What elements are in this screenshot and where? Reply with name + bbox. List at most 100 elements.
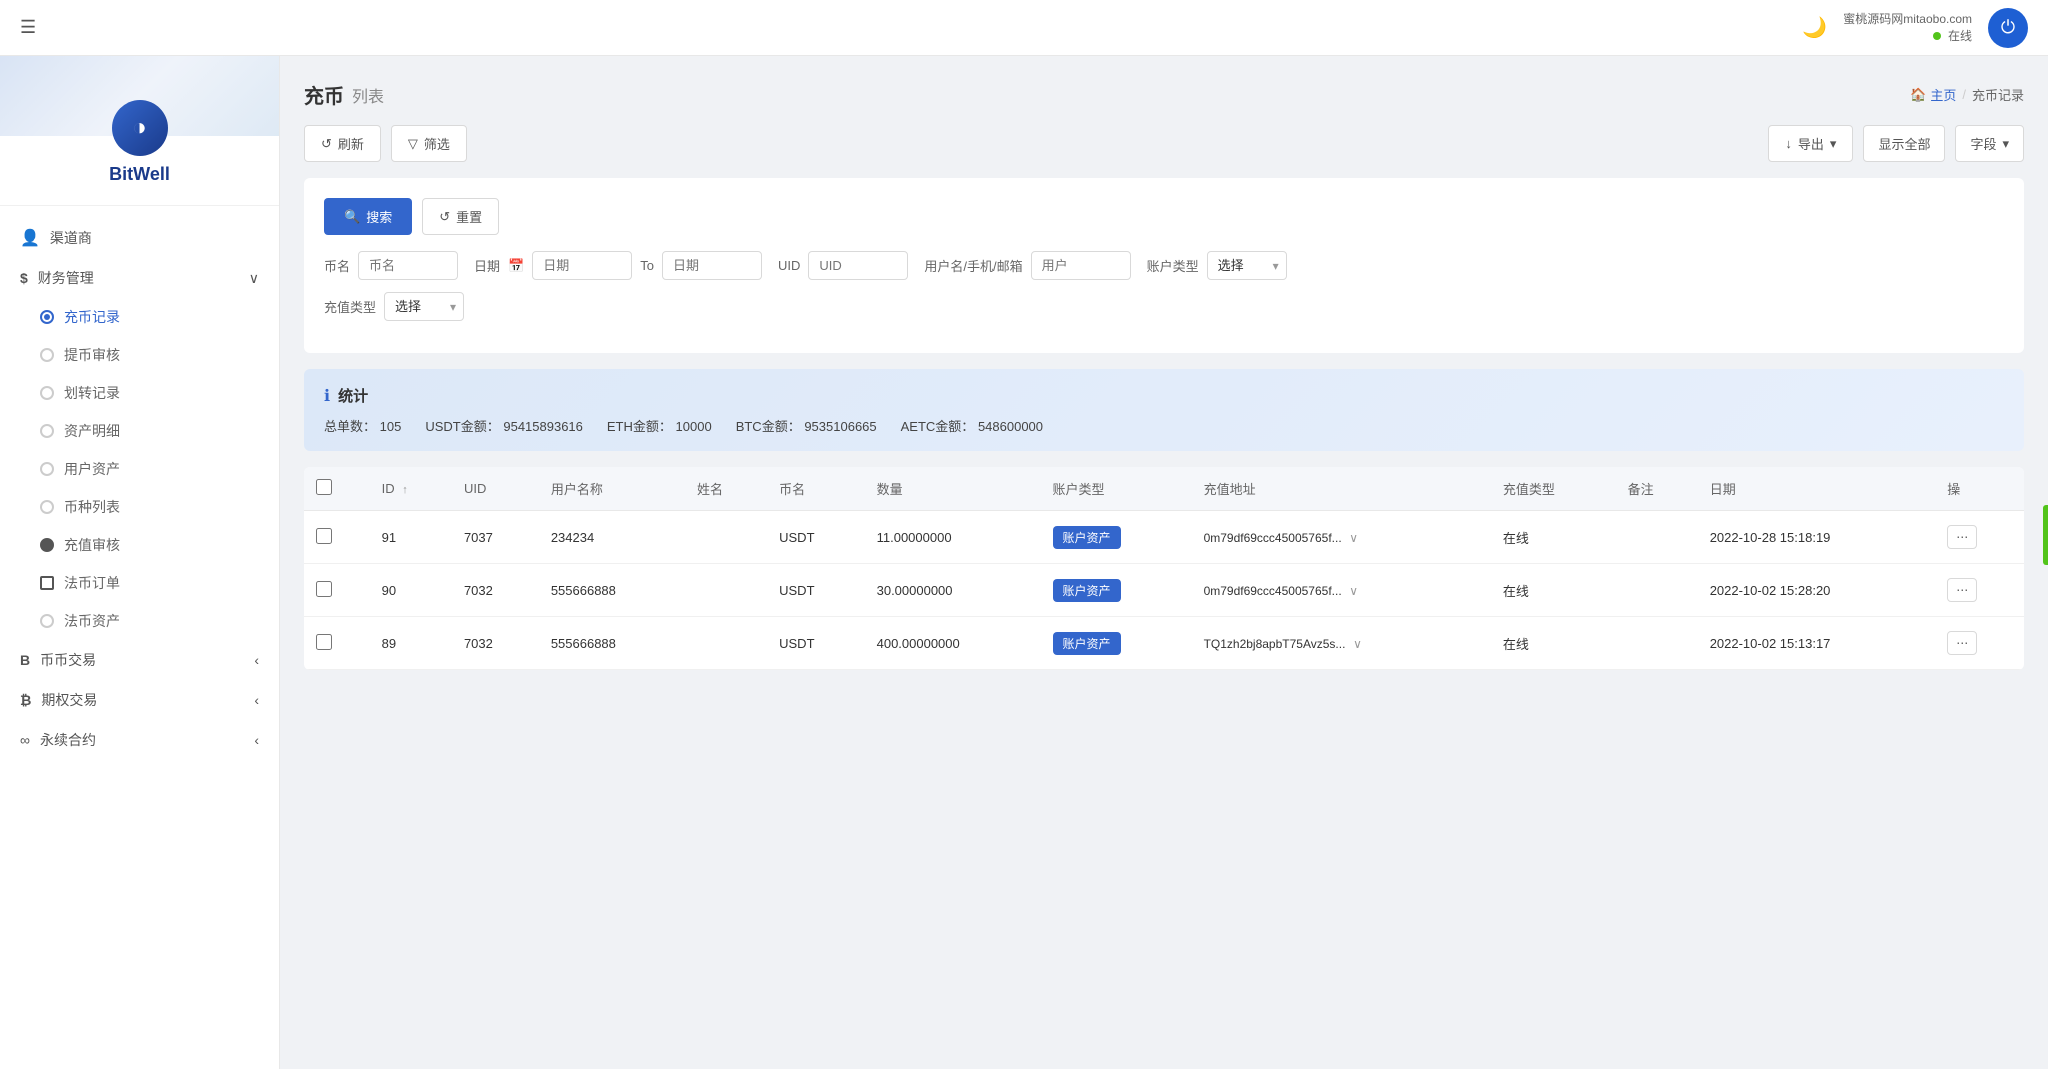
- recharge-type-select[interactable]: 选择: [384, 292, 464, 321]
- cell-username: 555666888: [539, 564, 685, 617]
- action-button[interactable]: ⋯: [1947, 578, 1977, 602]
- date-from-input[interactable]: [532, 251, 632, 280]
- status-text: 在线: [1948, 29, 1972, 43]
- sidebar-item-recharge-records[interactable]: 充币记录: [0, 298, 279, 336]
- currency-input[interactable]: [358, 251, 458, 280]
- cell-amount: 400.00000000: [865, 617, 1041, 670]
- cell-action: ⋯: [1935, 617, 2024, 670]
- row-checkbox[interactable]: [316, 634, 332, 650]
- green-accent-bar: [2043, 505, 2048, 565]
- transfer-label: 划转记录: [64, 383, 120, 403]
- filter-row-2: 充值类型 选择: [324, 292, 2004, 321]
- col-recharge-addr: 充值地址: [1192, 467, 1491, 511]
- stats-label-usdt: USDT金额：: [425, 419, 499, 434]
- cell-id: 89: [370, 617, 452, 670]
- sidebar-item-currency[interactable]: 币种列表: [0, 488, 279, 526]
- sidebar: ◑ BitWell 👤 渠道商 $ 财务管理 ∨ 充币记录: [0, 56, 280, 1069]
- content-area: 充币 列表 🏠 主页 / 充币记录 ↺ 刷新 ▽ 筛: [280, 56, 2048, 1069]
- date-to-input[interactable]: [662, 251, 762, 280]
- export-button[interactable]: ↓ 导出 ▾: [1768, 125, 1853, 162]
- filter-button[interactable]: ▽ 筛选: [391, 125, 467, 162]
- sidebar-item-channel[interactable]: 👤 渠道商: [0, 218, 279, 258]
- sidebar-item-asset-detail[interactable]: 资产明细: [0, 412, 279, 450]
- filter-icon: ▽: [408, 136, 418, 152]
- recharge-type-filter-label: 充值类型: [324, 297, 376, 316]
- breadcrumb-sep: /: [1962, 87, 1966, 102]
- perp-icon: ∞: [20, 732, 30, 748]
- sidebar-item-user-assets[interactable]: 用户资产: [0, 450, 279, 488]
- info-icon: ℹ: [324, 386, 330, 406]
- radio-dot: [40, 614, 54, 628]
- navbar-left: ☰: [20, 17, 36, 38]
- channel-label: 渠道商: [50, 228, 92, 248]
- col-date: 日期: [1698, 467, 1936, 511]
- breadcrumb-home[interactable]: 🏠 主页: [1910, 85, 1956, 104]
- stats-item-eth: ETH金额： 10000: [607, 416, 712, 435]
- expand-addr-button[interactable]: ∨: [1349, 584, 1358, 598]
- breadcrumb-current: 充币记录: [1972, 85, 2024, 104]
- col-addr-label: 充值地址: [1204, 482, 1256, 497]
- col-action: 操: [1935, 467, 2024, 511]
- moon-icon[interactable]: 🌙: [1802, 15, 1827, 40]
- site-info: 蜜桃源码网mitaobo.com 在线: [1843, 11, 1972, 45]
- home-icon: 🏠: [1910, 87, 1926, 103]
- cell-id: 90: [370, 564, 452, 617]
- expand-addr-button[interactable]: ∨: [1353, 637, 1362, 651]
- col-amount: 数量: [865, 467, 1041, 511]
- fields-button[interactable]: 字段 ▾: [1955, 125, 2024, 162]
- table-row: 90 7032 555666888 USDT 30.00000000 账户资产 …: [304, 564, 2024, 617]
- account-type-select[interactable]: 选择: [1207, 251, 1287, 280]
- sidebar-item-finance[interactable]: $ 财务管理 ∨: [0, 258, 279, 298]
- sidebar-item-transfer[interactable]: 划转记录: [0, 374, 279, 412]
- cell-addr: 0m79df69ccc45005765f... ∨: [1192, 564, 1491, 617]
- filter-row-1: 币名 日期 📅 To UID 用户名/手机/邮箱: [324, 251, 2004, 280]
- fiat-assets-label: 法币资产: [64, 611, 120, 631]
- sidebar-item-withdrawal[interactable]: 提币审核: [0, 336, 279, 374]
- records-table: ID ↑ UID 用户名称 姓名 币名 数量 账户类型 充值地址 充值类型 备注…: [304, 467, 2024, 670]
- sidebar-item-futures[interactable]: ₿ 期权交易 ‹: [0, 680, 279, 720]
- radio-dot: [40, 386, 54, 400]
- cell-account-type: 账户资产: [1041, 617, 1192, 670]
- online-status: 在线: [1843, 28, 1972, 45]
- radio-dot: [40, 424, 54, 438]
- currency-label: 币种列表: [64, 497, 120, 517]
- sidebar-item-coin-trade[interactable]: B 币币交易 ‹: [0, 640, 279, 680]
- reset-button[interactable]: ↺ 重置: [422, 198, 499, 235]
- expand-addr-button[interactable]: ∨: [1349, 531, 1358, 545]
- action-button[interactable]: ⋯: [1947, 525, 1977, 549]
- action-button[interactable]: ⋯: [1947, 631, 1977, 655]
- sidebar-item-fiat-assets[interactable]: 法币资产: [0, 602, 279, 640]
- display-button[interactable]: 显示全部: [1863, 125, 1945, 162]
- stats-items: 总单数： 105 USDT金额： 95415893616 ETH金额： 1000…: [324, 416, 2004, 435]
- select-all-checkbox[interactable]: [316, 479, 332, 495]
- uid-input[interactable]: [808, 251, 908, 280]
- sidebar-item-perp[interactable]: ∞ 永续合约 ‹: [0, 720, 279, 760]
- addr-text: 0m79df69ccc45005765f...: [1204, 531, 1342, 545]
- navbar: ☰ 🌙 蜜桃源码网mitaobo.com 在线 ⏻: [0, 0, 2048, 56]
- row-checkbox[interactable]: [316, 528, 332, 544]
- radio-dot: [40, 462, 54, 476]
- username-input[interactable]: [1031, 251, 1131, 280]
- table-row: 89 7032 555666888 USDT 400.00000000 账户资产…: [304, 617, 2024, 670]
- refresh-label: 刷新: [338, 134, 364, 153]
- filter-group-uid: UID: [778, 251, 908, 280]
- row-checkbox[interactable]: [316, 581, 332, 597]
- search-button[interactable]: 🔍 搜索: [324, 198, 412, 235]
- site-name: 蜜桃源码网mitaobo.com: [1843, 11, 1972, 28]
- stats-item-usdt: USDT金额： 95415893616: [425, 416, 583, 435]
- hamburger-icon[interactable]: ☰: [20, 17, 36, 38]
- stats-label-eth: ETH金额：: [607, 419, 672, 434]
- stats-title: 统计: [338, 385, 368, 406]
- sidebar-item-fiat-orders[interactable]: 法币订单: [0, 564, 279, 602]
- cell-currency: USDT: [767, 511, 864, 564]
- breadcrumb-home-label: 主页: [1930, 85, 1956, 104]
- refresh-button[interactable]: ↺ 刷新: [304, 125, 381, 162]
- sidebar-item-recharge-review[interactable]: 充值审核: [0, 526, 279, 564]
- cell-type: 在线: [1491, 564, 1616, 617]
- col-name-label: 姓名: [697, 482, 723, 497]
- col-id[interactable]: ID ↑: [370, 467, 452, 511]
- user-avatar[interactable]: ⏻: [1988, 8, 2028, 48]
- refresh-icon: ↺: [321, 136, 332, 152]
- search-label: 搜索: [366, 207, 392, 226]
- radio-dot: [40, 576, 54, 590]
